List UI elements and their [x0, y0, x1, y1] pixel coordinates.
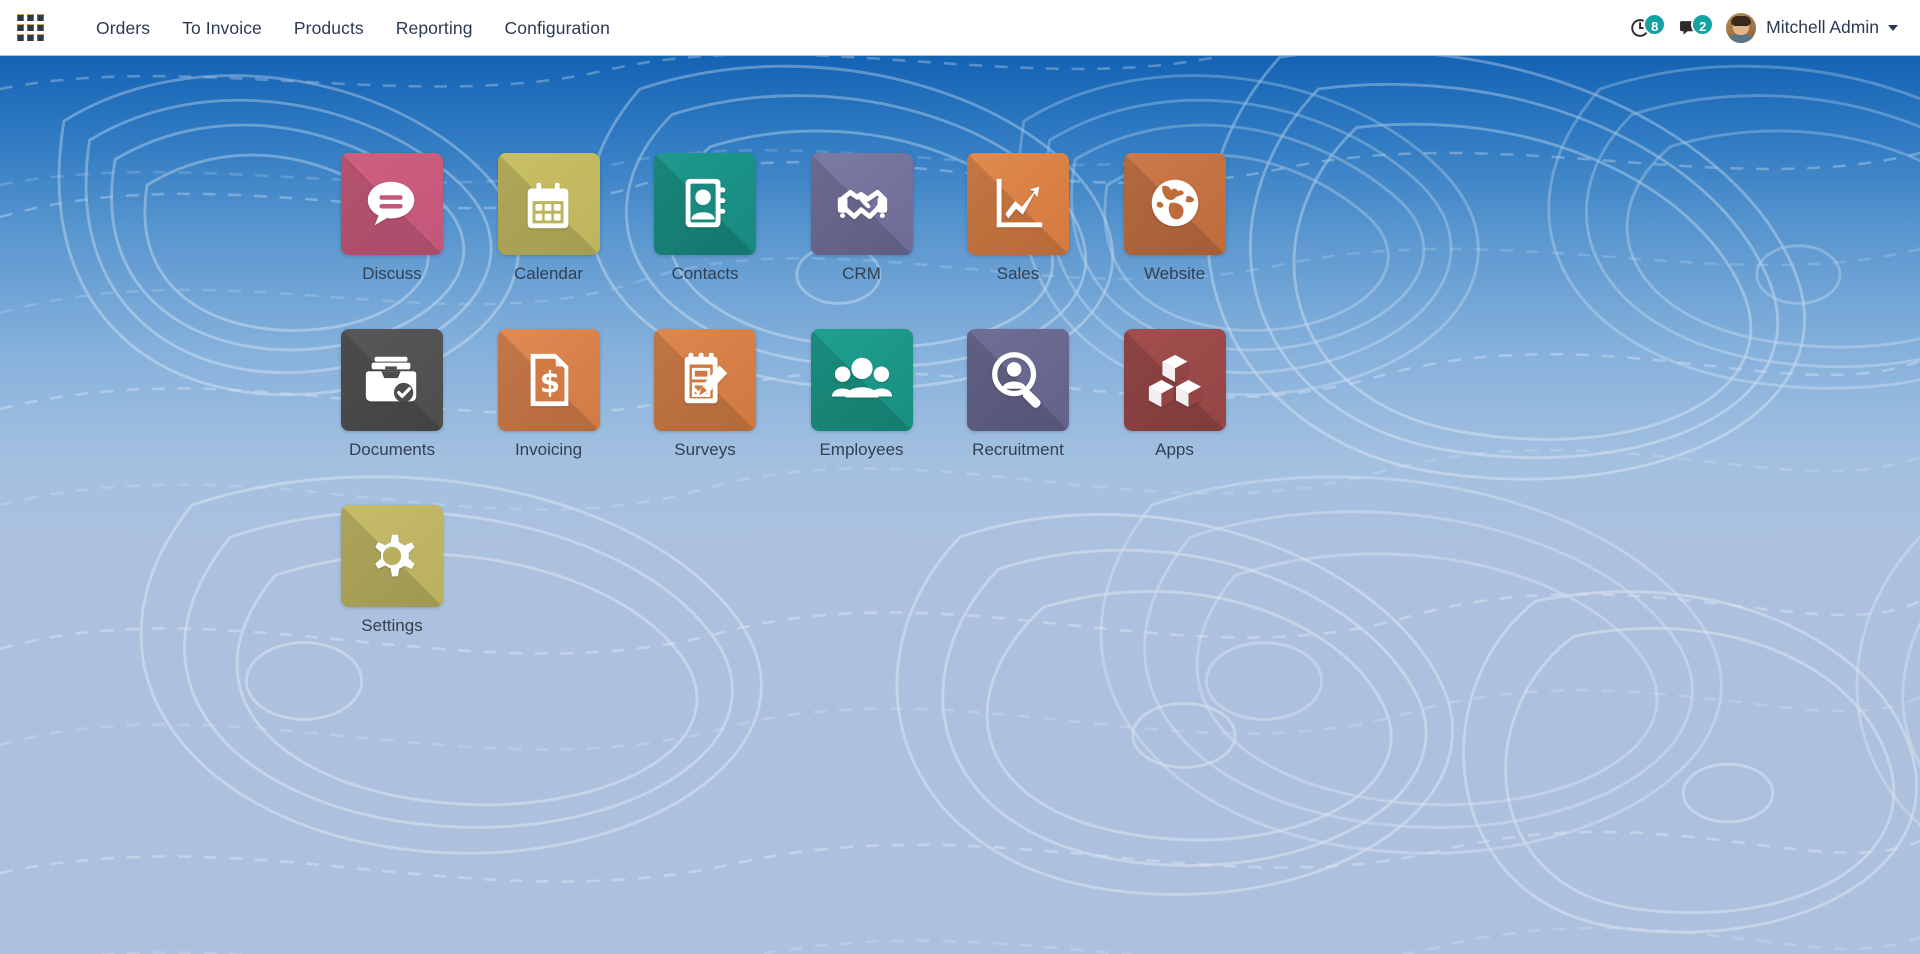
app-label-documents: Documents [349, 440, 435, 459]
app-tile-employees[interactable]: Employees [782, 329, 942, 460]
line-chart-icon [996, 178, 1043, 228]
globe-icon [1151, 179, 1198, 227]
app-label-invoicing: Invoicing [514, 440, 583, 459]
app-label-calendar: Calendar [514, 264, 583, 283]
messages-button[interactable]: 2 [1678, 0, 1715, 56]
menu-item-products[interactable]: Products [278, 0, 380, 56]
app-tile-apps[interactable]: Apps [1095, 329, 1255, 460]
app-tile-crm[interactable]: CRM [782, 153, 942, 284]
messages-badge: 2 [1691, 12, 1715, 36]
dollar-document-icon: $ [530, 353, 568, 407]
menu-item-reporting[interactable]: Reporting [380, 0, 489, 56]
app-tile-invoicing[interactable]: $ Invoicing [469, 329, 629, 460]
clipboard-pencil-icon [684, 352, 728, 404]
chat-bubble-icon [367, 181, 415, 226]
app-tile-recruitment[interactable]: Recruitment [938, 329, 1098, 460]
app-tile-calendar[interactable]: Calendar [469, 153, 629, 284]
app-icon-box-settings [341, 505, 443, 607]
file-drawer-check-icon [365, 356, 417, 403]
app-tile-discuss[interactable]: Discuss [312, 153, 472, 284]
grid-apps-icon [16, 14, 44, 41]
calendar-icon [527, 182, 568, 229]
main-menu: Orders To Invoice Products Reporting Con… [80, 0, 626, 56]
user-name-label: Mitchell Admin [1766, 17, 1879, 37]
app-icon-box-calendar [497, 153, 600, 255]
activities-badge: 8 [1643, 12, 1667, 36]
chevron-down-icon [1888, 24, 1898, 31]
address-book-icon [685, 178, 726, 228]
app-icon-box-crm [810, 153, 913, 255]
app-label-employees: Employees [819, 440, 904, 459]
app-icon-box-contacts [654, 153, 756, 255]
avatar [1726, 12, 1757, 43]
app-label-settings: Settings [361, 616, 423, 635]
app-icon-box-employees [810, 329, 913, 431]
app-icon-box-discuss [341, 153, 443, 255]
app-label-contacts: Contacts [671, 264, 739, 283]
menu-item-orders[interactable]: Orders [80, 0, 166, 56]
app-tile-website[interactable]: Website [1095, 153, 1255, 284]
magnifier-person-icon [992, 352, 1041, 408]
app-label-sales: Sales [996, 264, 1040, 283]
app-icon-box-documents [341, 329, 443, 431]
app-tile-documents[interactable]: Documents [312, 329, 472, 460]
app-icon-box-invoicing: $ [497, 329, 600, 431]
menu-item-to-invoice[interactable]: To Invoice [166, 0, 278, 56]
app-launcher-grid: Discuss Calendar Contacts CRM Sales Webs… [0, 56, 1920, 954]
menu-item-configuration[interactable]: Configuration [489, 0, 626, 56]
apps-grid-menu-button[interactable] [0, 0, 60, 56]
app-tile-contacts[interactable]: Contacts [625, 153, 785, 284]
app-icon-box-website [1123, 153, 1226, 255]
handshake-icon [837, 189, 887, 220]
app-tile-sales[interactable]: Sales [938, 153, 1098, 284]
activities-button[interactable]: 8 [1630, 0, 1667, 56]
gear-icon [375, 534, 415, 577]
app-icon-box-apps [1123, 329, 1226, 431]
cubes-icon [1148, 354, 1201, 408]
svg-text:$: $ [539, 366, 559, 400]
app-label-crm: CRM [842, 264, 881, 283]
app-label-apps: Apps [1155, 440, 1194, 459]
top-navbar: Orders To Invoice Products Reporting Con… [0, 0, 1920, 56]
app-tile-surveys[interactable]: Surveys [625, 329, 785, 460]
systray: 8 2 Mitchell Admin [1630, 0, 1920, 56]
app-tile-settings[interactable]: Settings [312, 505, 472, 636]
user-menu-button[interactable]: Mitchell Admin [1726, 12, 1898, 43]
app-label-surveys: Surveys [674, 440, 736, 459]
app-label-recruitment: Recruitment [972, 440, 1064, 459]
app-icon-box-sales [967, 153, 1069, 255]
app-icon-box-recruitment [967, 329, 1069, 431]
app-label-website: Website [1143, 264, 1206, 283]
people-group-icon [831, 357, 892, 398]
app-icon-box-surveys [654, 329, 756, 431]
app-label-discuss: Discuss [362, 264, 422, 283]
